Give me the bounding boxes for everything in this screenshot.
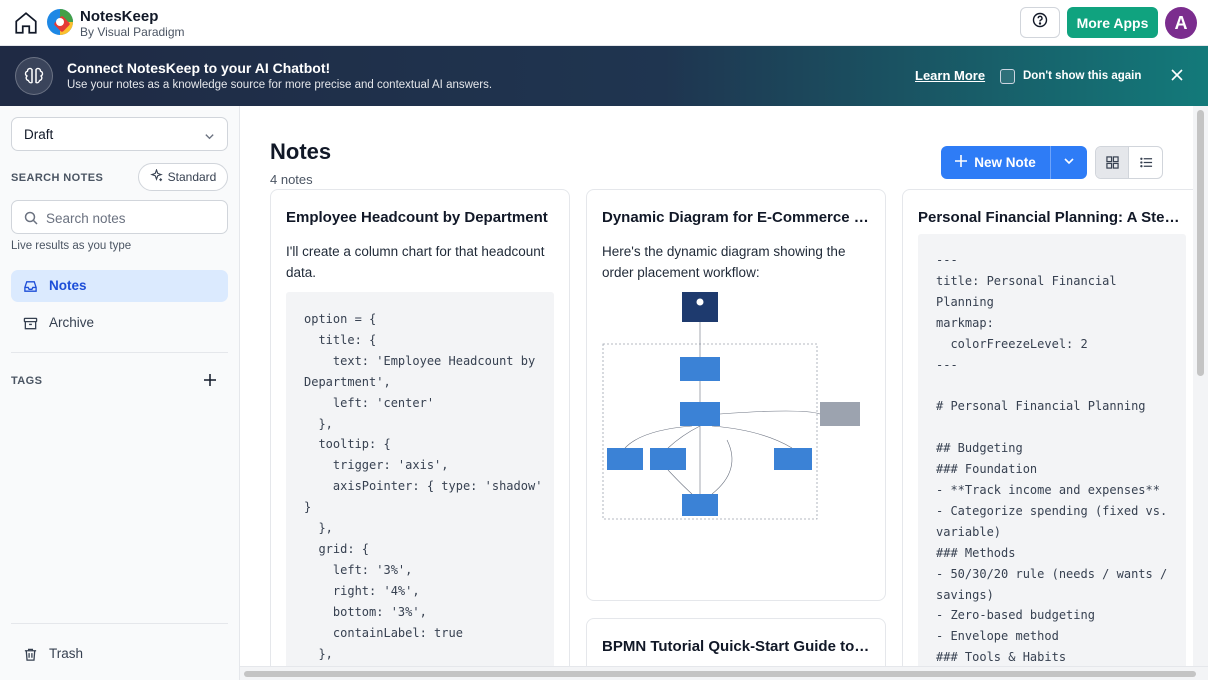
- banner-subtitle: Use your notes as a knowledge source for…: [67, 79, 493, 91]
- note-card[interactable]: Personal Financial Planning: A Step-by-S…: [902, 189, 1202, 680]
- sidebar-divider: [11, 623, 228, 624]
- search-input[interactable]: [46, 208, 216, 228]
- notes-main: Notes 4 notes New Note Employee Headcoun…: [240, 106, 1208, 680]
- sidebar-item-label: Notes: [49, 278, 87, 293]
- help-icon: [1032, 12, 1048, 33]
- search-hint: Live results as you type: [11, 240, 132, 252]
- trash-icon: [23, 647, 38, 667]
- status-select-value: Draft: [24, 127, 54, 142]
- inbox-icon: [23, 279, 38, 299]
- sidebar: Draft SEARCH NOTES Standard Live results…: [0, 106, 240, 680]
- status-select[interactable]: Draft: [11, 117, 228, 151]
- search-box[interactable]: [11, 200, 228, 234]
- note-title: Employee Headcount by Department: [286, 209, 548, 226]
- view-toggle: [1095, 146, 1163, 179]
- app-subtitle: By Visual Paradigm: [80, 25, 185, 39]
- page-title: Notes: [270, 139, 332, 164]
- home-icon[interactable]: [12, 9, 40, 37]
- search-icon: [24, 211, 38, 230]
- brain-icon: [15, 57, 53, 95]
- archive-icon: [23, 316, 38, 336]
- search-mode-label: Standard: [167, 170, 217, 184]
- dont-show-label: Don't show this again: [1023, 70, 1142, 82]
- noteskeep-logo-icon: [46, 8, 74, 36]
- note-intro: I'll create a column chart for that head…: [286, 244, 545, 280]
- note-title: Personal Financial Planning: A Step-by-S…: [918, 209, 1188, 226]
- note-card[interactable]: Dynamic Diagram for E-Commerce Order Pla…: [586, 189, 886, 601]
- plus-icon: [955, 155, 968, 170]
- note-code-block: --- title: Personal Financial Planning m…: [918, 234, 1186, 680]
- scrollbar-thumb[interactable]: [244, 671, 1196, 677]
- new-note-dropdown[interactable]: [1050, 146, 1087, 179]
- sidebar-item-notes[interactable]: Notes: [11, 270, 228, 302]
- sidebar-divider: [11, 352, 228, 353]
- add-tag-icon[interactable]: [202, 372, 218, 388]
- search-mode-button[interactable]: Standard: [138, 163, 228, 191]
- tags-heading: TAGS: [11, 375, 43, 387]
- scrollbar-thumb[interactable]: [1197, 110, 1204, 376]
- app-header: NotesKeep By Visual Paradigm More Apps A: [0, 0, 1208, 46]
- new-note-label: New Note: [974, 155, 1036, 170]
- note-title: Dynamic Diagram for E-Commerce Order Pla…: [602, 209, 872, 226]
- sidebar-item-trash[interactable]: Trash: [11, 638, 228, 668]
- sidebar-item-label: Archive: [49, 315, 95, 330]
- chatbot-banner: Connect NotesKeep to your AI Chatbot! Us…: [0, 46, 1208, 106]
- vertical-scrollbar[interactable]: [1193, 106, 1208, 666]
- new-note-button[interactable]: New Note: [941, 146, 1050, 179]
- horizontal-scrollbar[interactable]: [240, 666, 1208, 680]
- chevron-down-icon: [204, 129, 215, 147]
- note-intro: Here's the dynamic diagram showing the o…: [602, 244, 846, 280]
- banner-close-icon[interactable]: [1168, 66, 1186, 84]
- app-name: NotesKeep: [80, 8, 159, 25]
- learn-more-link[interactable]: Learn More: [915, 68, 985, 83]
- banner-title: Connect NotesKeep to your AI Chatbot!: [67, 60, 331, 76]
- diagram-thumbnail: [602, 290, 864, 530]
- note-code-block: option = { title: { text: 'Employee Head…: [286, 292, 554, 680]
- sidebar-item-label: Trash: [49, 646, 84, 661]
- help-button[interactable]: [1020, 7, 1060, 38]
- grid-view-icon[interactable]: [1096, 147, 1129, 178]
- search-heading: SEARCH NOTES: [11, 172, 104, 184]
- note-card[interactable]: Employee Headcount by Department I'll cr…: [270, 189, 570, 680]
- list-view-icon[interactable]: [1129, 147, 1162, 178]
- user-avatar[interactable]: A: [1165, 7, 1197, 39]
- dont-show-checkbox[interactable]: [1000, 69, 1015, 84]
- more-apps-button[interactable]: More Apps: [1067, 7, 1158, 38]
- chevron-down-icon: [1063, 154, 1075, 172]
- note-count: 4 notes: [270, 172, 313, 187]
- note-title: BPMN Tutorial Quick-Start Guide to Busin…: [602, 638, 872, 655]
- sparkle-icon: [149, 168, 163, 185]
- sidebar-item-archive[interactable]: Archive: [11, 307, 228, 339]
